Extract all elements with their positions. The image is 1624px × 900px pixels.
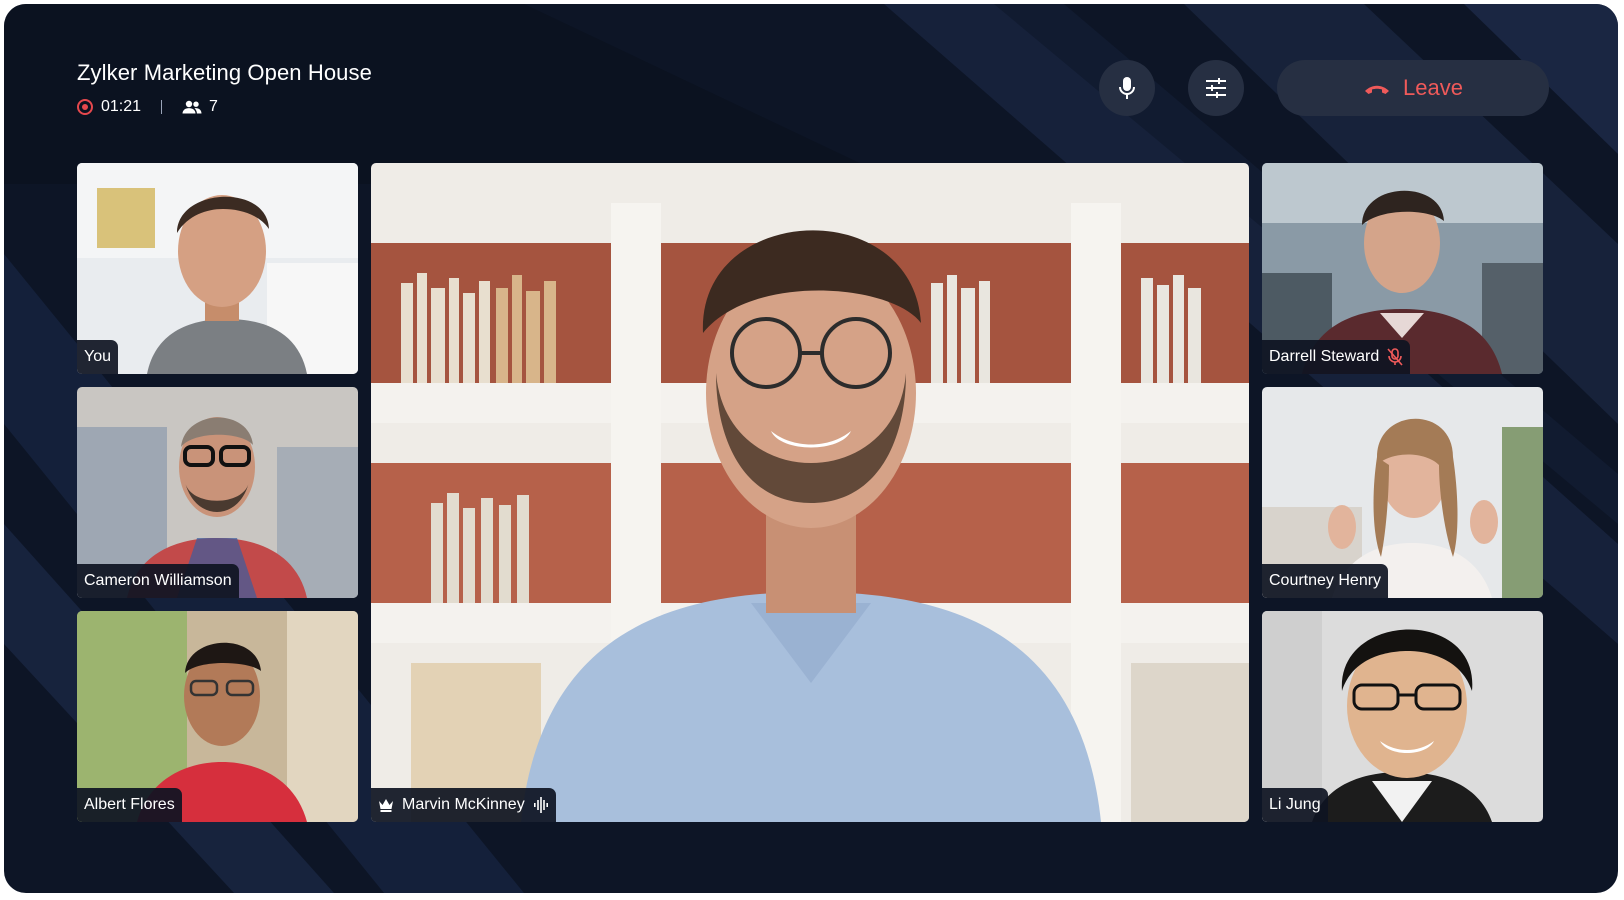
participant-name: Marvin McKinney — [402, 796, 525, 813]
phone-hangup-icon — [1365, 85, 1390, 94]
participant-name-tag: Darrell Steward — [1262, 340, 1411, 374]
participant-name: Darrell Steward — [1269, 348, 1380, 365]
leave-button[interactable]: Leave — [1277, 60, 1549, 116]
participant-name: Li Jung — [1269, 796, 1321, 813]
participant-name: You — [84, 348, 111, 365]
participant-name-tag: Li Jung — [1262, 788, 1328, 822]
participant-name-tag: Marvin McKinney — [371, 788, 556, 822]
participant-name: Courtney Henry — [1269, 572, 1382, 589]
meeting-meta: 01:21 7 — [77, 98, 372, 116]
participant-count: 7 — [182, 98, 218, 116]
participant-tile-li-jung[interactable]: Li Jung — [1262, 611, 1543, 822]
recording-icon — [77, 99, 93, 115]
recording-time: 01:21 — [101, 98, 142, 115]
participant-count-value: 7 — [209, 98, 218, 115]
settings-button[interactable] — [1188, 60, 1244, 116]
speaking-waveform-icon — [533, 797, 549, 813]
participant-name: Cameron Williamson — [84, 572, 232, 589]
participant-name-tag: Courtney Henry — [1262, 564, 1389, 598]
video-feed-you — [77, 163, 358, 374]
participant-tile-darrell-steward[interactable]: Darrell Steward — [1262, 163, 1543, 374]
participant-name: Albert Flores — [84, 796, 175, 813]
participant-tile-marvin-mckinney[interactable]: Marvin McKinney — [371, 163, 1249, 822]
participant-name-tag: You — [77, 340, 118, 374]
participant-name-tag: Albert Flores — [77, 788, 182, 822]
meeting-title: Zylker Marketing Open House — [77, 60, 372, 85]
participant-name-tag: Cameron Williamson — [77, 564, 239, 598]
leave-label: Leave — [1403, 75, 1463, 100]
video-call-screen: Zylker Marketing Open House 01:21 7 Leav… — [4, 4, 1618, 893]
sliders-icon — [1206, 78, 1226, 98]
crown-icon — [378, 798, 394, 812]
participant-tile-you[interactable]: You — [77, 163, 358, 374]
mic-muted-icon — [1387, 348, 1403, 366]
microphone-icon — [1119, 77, 1135, 99]
participant-tile-albert-flores[interactable]: Albert Flores — [77, 611, 358, 822]
meeting-header: Zylker Marketing Open House 01:21 7 — [77, 60, 372, 116]
video-feed-marvin-mckinney — [371, 163, 1249, 822]
people-icon — [182, 100, 202, 114]
meta-divider — [161, 100, 163, 114]
participant-tile-courtney-henry[interactable]: Courtney Henry — [1262, 387, 1543, 598]
microphone-button[interactable] — [1099, 60, 1155, 116]
participant-tile-cameron-williamson[interactable]: Cameron Williamson — [77, 387, 358, 598]
